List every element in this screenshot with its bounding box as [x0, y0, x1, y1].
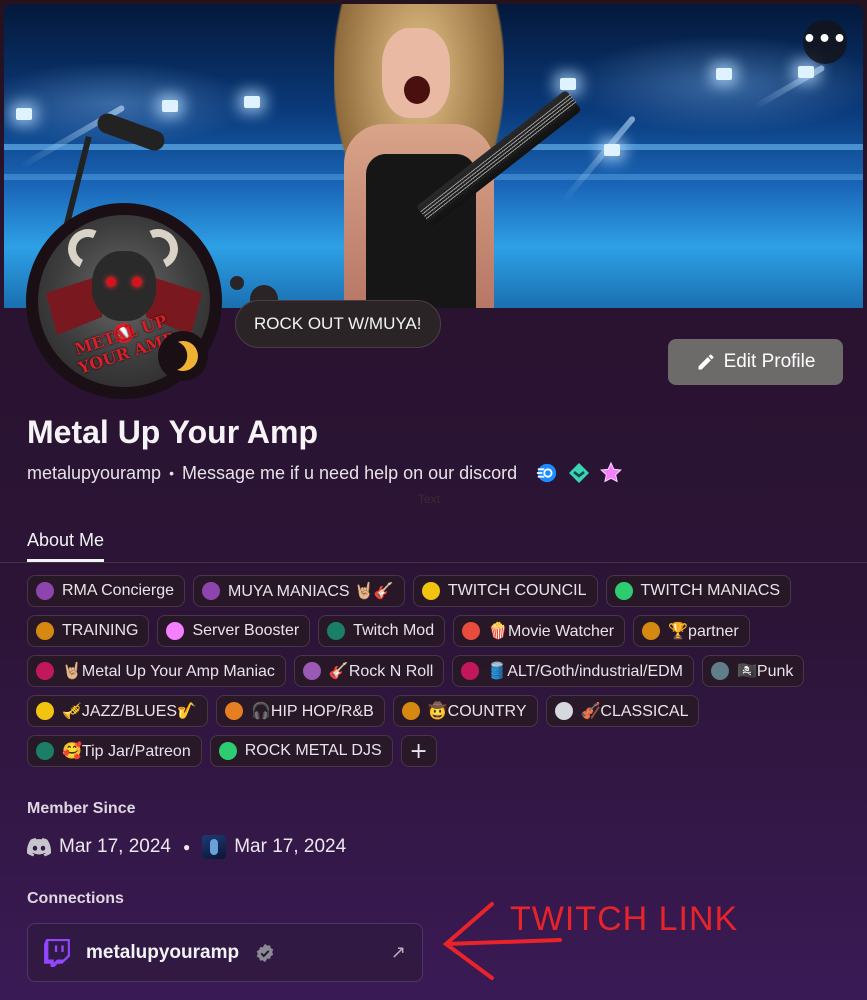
role-chip[interactable]: 🤘🏼Metal Up Your Amp Maniac [27, 655, 286, 687]
pronouns-bio: Message me if u need help on our discord [181, 462, 518, 483]
role-label: 🎧HIP HOP/R&B [250, 703, 374, 720]
role-label: 🤠COUNTRY [427, 703, 527, 720]
discord-join-date: Mar 17, 2024 [59, 836, 171, 857]
role-chip[interactable]: TWITCH COUNCIL [412, 575, 598, 607]
twitch-link-annotation: TWITCH LINK [510, 900, 739, 938]
role-chip[interactable]: 🍿Movie Watcher [453, 615, 626, 647]
role-label: 🎻CLASSICAL [580, 703, 689, 720]
role-label: 🏆partner [668, 623, 739, 640]
role-color-dot [614, 582, 633, 600]
quest-star-badge-icon[interactable] [599, 461, 623, 485]
role-chip[interactable]: 🎺JAZZ/BLUES🎷 [27, 695, 208, 727]
custom-status-text: ROCK OUT W/MUYA! [254, 314, 422, 333]
role-color-dot [36, 622, 54, 640]
role-color-dot [327, 622, 346, 640]
role-chip[interactable]: Twitch Mod [318, 615, 446, 647]
role-color-dot [36, 582, 54, 600]
server-join-date: Mar 17, 2024 [234, 836, 347, 857]
member-since-heading: Member Since [27, 800, 136, 817]
hidden-text-label: Text [418, 492, 441, 506]
role-chip[interactable]: TWITCH MANIACS [605, 575, 792, 607]
display-name: Metal Up Your Amp [27, 414, 318, 450]
role-color-dot [461, 662, 480, 680]
edit-profile-label: Edit Profile [723, 351, 816, 372]
role-color-dot [401, 702, 420, 720]
add-role-button[interactable]: + [400, 735, 437, 767]
role-color-dot [421, 582, 440, 600]
role-label: 🛢️ALT/Goth/industrial/EDM [487, 663, 683, 680]
discord-logo-icon [27, 838, 51, 857]
badges-row [535, 461, 623, 485]
custom-status-bubble[interactable]: ROCK OUT W/MUYA! [235, 300, 441, 348]
separator-dot: ● [182, 840, 191, 854]
status-bubble-tail [230, 276, 244, 290]
role-chip[interactable]: RMA Concierge [27, 575, 186, 607]
tab-about-me[interactable]: About Me [27, 530, 105, 562]
twitch-username: metalupyouramp [86, 941, 240, 963]
role-chip[interactable]: Server Booster [157, 615, 311, 647]
separator-dot: • [169, 465, 174, 481]
role-chip[interactable]: 🏴‍☠️Punk [702, 655, 805, 687]
external-link-icon[interactable]: ↗ [391, 942, 406, 963]
connections-heading: Connections [27, 890, 124, 907]
role-color-dot [36, 702, 54, 720]
roles-list: RMA Concierge MUYA MANIACS 🤘🏼🎸 TWITCH COUN… [27, 575, 837, 767]
role-chip[interactable]: 🤠COUNTRY [392, 695, 538, 727]
role-chip[interactable]: 🛢️ALT/Goth/industrial/EDM [452, 655, 694, 687]
twitch-connection-card[interactable]: metalupyouramp ↗ [27, 923, 423, 982]
member-since-row: Mar 17, 2024 ● Mar 17, 2024 [27, 834, 346, 860]
role-chip[interactable]: MUYA MANIACS 🤘🏼🎸 [193, 575, 405, 607]
role-label: Server Booster [192, 622, 300, 639]
role-label: 🎺JAZZ/BLUES🎷 [62, 703, 197, 720]
role-label: TRAINING [62, 622, 139, 639]
role-chip[interactable]: 🎸Rock N Roll [293, 655, 445, 687]
role-label: 🎸Rock N Roll [328, 663, 434, 680]
role-label: TWITCH COUNCIL [447, 582, 587, 599]
role-chip[interactable]: 🎻CLASSICAL [545, 695, 700, 727]
role-label: RMA Concierge [62, 582, 175, 599]
server-icon [202, 835, 227, 859]
role-label: 🍿Movie Watcher [488, 623, 615, 640]
status-idle-badge [158, 331, 208, 381]
role-color-dot [711, 662, 729, 680]
moon-icon [164, 337, 202, 375]
role-chip[interactable]: 🏆partner [633, 615, 750, 647]
role-color-dot [554, 702, 573, 720]
username[interactable]: metalupyouramp [27, 463, 161, 484]
role-color-dot [202, 582, 221, 600]
role-label: 🤘🏼Metal Up Your Amp Maniac [62, 663, 275, 680]
role-color-dot [462, 622, 481, 640]
role-color-dot [302, 662, 321, 680]
role-chip[interactable]: 🎧HIP HOP/R&B [215, 695, 385, 727]
role-label: ROCK METAL DJS [244, 742, 382, 759]
more-options-button[interactable]: ••• [802, 20, 848, 64]
role-color-dot [36, 742, 54, 760]
role-color-dot [218, 742, 237, 760]
hypesquad-badge-icon[interactable] [535, 461, 559, 485]
role-chip[interactable]: 🥰Tip Jar/Patreon [27, 735, 202, 767]
profile-subline: metalupyouramp • Message me if u need he… [27, 460, 623, 486]
role-label: Twitch Mod [353, 622, 435, 639]
role-color-dot [224, 702, 243, 720]
role-color-dot [166, 622, 185, 640]
role-label: 🥰Tip Jar/Patreon [62, 743, 191, 760]
role-color-dot [642, 622, 661, 640]
tab-divider [0, 562, 867, 563]
role-chip[interactable]: ROCK METAL DJS [209, 735, 393, 767]
nitro-gem-badge-icon[interactable] [567, 461, 591, 485]
profile-card: ••• METAL UP YOUR AMP ROCK OUT W/MUYA! E… [0, 0, 867, 1000]
edit-profile-button[interactable]: Edit Profile [668, 339, 843, 385]
ellipsis-icon: ••• [802, 26, 848, 52]
role-chip[interactable]: TRAINING [27, 615, 150, 647]
role-label: TWITCH MANIACS [640, 582, 781, 599]
role-label: 🏴‍☠️Punk [737, 663, 794, 680]
twitch-logo-icon [44, 938, 70, 967]
verified-check-icon [256, 943, 274, 962]
role-color-dot [36, 662, 54, 680]
role-label: MUYA MANIACS 🤘🏼🎸 [228, 583, 394, 600]
pencil-icon [698, 354, 714, 370]
